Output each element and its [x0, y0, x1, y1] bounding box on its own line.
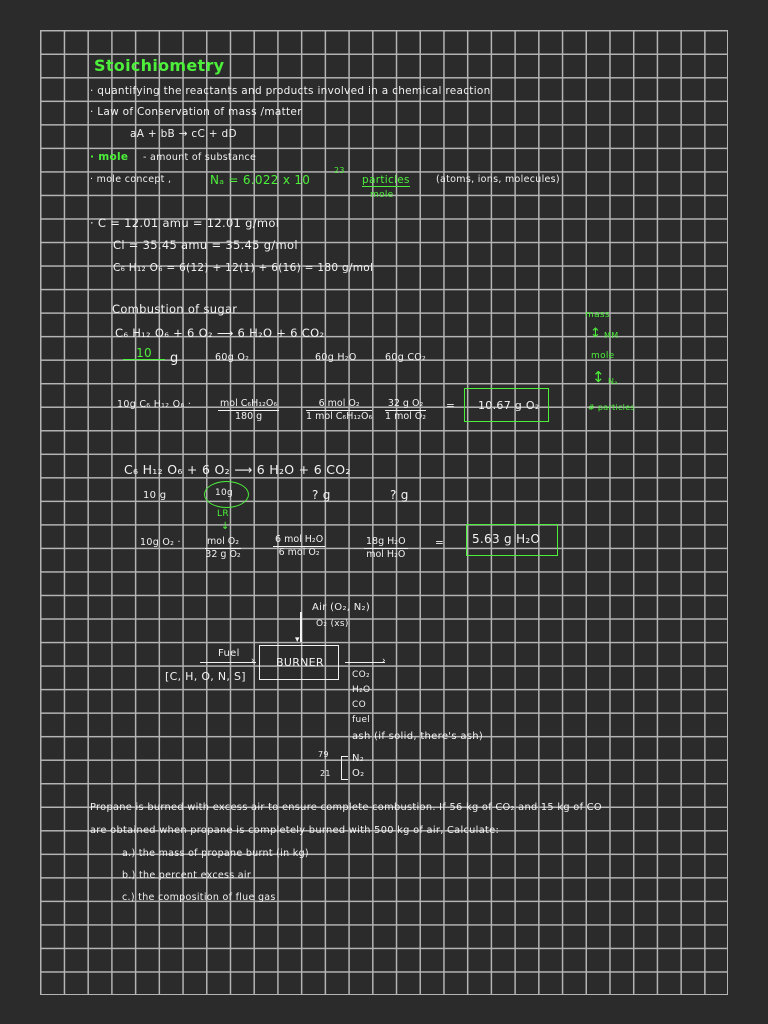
product-h2o: H₂O — [352, 685, 371, 695]
law-text: · Law of Conservation of mass /matter — [90, 106, 302, 118]
given2: 10 g — [143, 490, 167, 501]
h2o-mass: 60g H₂O — [315, 352, 357, 363]
question-b: b.) the percent excess air — [122, 870, 252, 881]
o2-label: O₂ — [352, 768, 365, 779]
limiting-reactant-label: LR — [217, 509, 229, 519]
molar-mass-glucose: C₆ H₁₂ O₆ = 6(12) + 12(1) + 6(16) = 180 … — [113, 262, 374, 274]
mole-concept-text: · mole concept , — [90, 174, 172, 185]
question-c: c.) the composition of flue gas — [122, 892, 276, 903]
molar-mass-chlorine: Cl = 35.45 amu = 35.45 g/mol — [113, 238, 298, 252]
calc1-fraction-2: 6 mol O₂ 1 mol C₆H₁₂O₆ — [306, 398, 373, 423]
chart-mole: mole — [591, 351, 615, 361]
denominator: 6 mol O₂ — [278, 546, 320, 558]
denominator: 32 g O₂ — [205, 548, 241, 560]
calc2-fraction-3: 18g H₂O mol H₂O — [364, 536, 408, 561]
question-a: a.) the mass of propane burnt (in kg) — [122, 848, 309, 859]
arrow-head-icon: ▾ — [295, 635, 300, 645]
product-co: CO — [352, 700, 366, 710]
problem-line-2: are obtained when propane is completely … — [90, 825, 500, 836]
given-mass-unit: g — [170, 351, 179, 366]
o2-given: 10g — [215, 488, 234, 498]
n2-label: N₂ — [352, 753, 365, 764]
arrow-icon: ↕ — [592, 368, 605, 386]
chart-mm: MM — [604, 331, 619, 340]
o2-excess-label: O₂ (xs) — [316, 619, 349, 629]
per-mole-label: mole — [370, 190, 394, 200]
calc2-start: 10g O₂ · — [140, 537, 181, 548]
numerator: 6 mol H₂O — [273, 534, 326, 547]
chart-mass: mass — [585, 310, 610, 320]
numerator: mol O₂ — [205, 536, 242, 549]
molar-mass-carbon: · C = 12.01 amu = 12.01 g/mol — [90, 216, 280, 230]
product-fuel: fuel — [352, 715, 371, 725]
product-ash: ash (if solid, there's ash) — [352, 731, 484, 742]
denominator: mol H₂O — [366, 548, 406, 560]
chart-na: Nₐ — [608, 377, 618, 386]
fuel-label: Fuel — [218, 648, 240, 659]
result1: 10.67 g O₂ — [478, 399, 540, 412]
arrow-head-icon: › — [382, 656, 386, 666]
down-arrow-icon: ↓ — [221, 521, 230, 532]
denominator: 1 mol O₂ — [385, 410, 427, 422]
numerator: 6 mol O₂ — [306, 398, 373, 411]
bracket — [341, 756, 348, 780]
co2-mass: 60g CO₂ — [385, 352, 427, 363]
combustion-heading: Combustion of sugar — [112, 302, 238, 316]
o2-percent: 21 — [320, 769, 331, 778]
combustion-equation-2: C₆ H₁₂ O₆ + 6 O₂ ⟶ 6 H₂O + 6 CO₂ — [124, 462, 351, 477]
calc2-fraction-1: mol O₂ 32 g O₂ — [205, 536, 242, 561]
particle-types: (atoms, ions, molecules) — [436, 174, 560, 185]
numerator: 18g H₂O — [364, 536, 408, 549]
fuel-inlet-arrow — [200, 662, 256, 664]
arrow-icon: ↕ — [590, 326, 602, 341]
page-title: Stoichiometry — [94, 56, 225, 75]
definition-text: · quantifying the reactants and products… — [90, 85, 491, 97]
problem-line-1: Propane is burned with excess air to ens… — [90, 802, 602, 813]
result2: 5.63 g H₂O — [472, 532, 541, 546]
given-mass-value: 10 — [123, 347, 165, 360]
n2-percent: 79 — [318, 750, 329, 759]
product-co2: CO₂ — [352, 670, 370, 680]
calc1-fraction-3: 32 g O₂ 1 mol O₂ — [385, 398, 427, 423]
air-label: Air (O₂, N₂) — [312, 602, 371, 613]
numerator: mol C₆H₁₂O₆ — [218, 398, 280, 411]
mole-definition: - amount of substance — [143, 152, 257, 163]
outlet-arrow — [345, 662, 385, 664]
avogadro-number: Nₐ = 6.022 x 10 — [210, 173, 311, 187]
o2-mass: 60g O₂ — [215, 352, 250, 363]
arrow-head-icon: › — [251, 656, 255, 666]
denominator: 1 mol C₆H₁₂O₆ — [306, 410, 373, 422]
equals-sign: = — [446, 400, 456, 412]
burner-label: BURNER — [276, 656, 324, 669]
denominator: 180 g — [235, 410, 263, 422]
unknown-co2: ? g — [390, 488, 409, 502]
general-equation: aA + bB → cC + dD — [130, 128, 237, 140]
calc2-fraction-2: 6 mol H₂O 6 mol O₂ — [273, 534, 326, 559]
air-inlet-arrow — [300, 612, 302, 642]
chart-particles: # particles — [588, 403, 635, 412]
calc1-fraction-1: mol C₆H₁₂O₆ 180 g — [218, 398, 280, 423]
particles-label: particles — [362, 174, 410, 187]
calc1-start: 10g C₆ H₁₂ O₆ · — [117, 399, 192, 410]
avogadro-exponent: 23 — [334, 166, 345, 175]
numerator: 32 g O₂ — [385, 398, 427, 411]
unknown-h2o: ? g — [312, 488, 331, 502]
fuel-elements: [C, H, O, N, S] — [165, 670, 246, 683]
combustion-equation: C₆ H₁₂ O₆ + 6 O₂ ⟶ 6 H₂O + 6 CO₂ — [115, 326, 325, 340]
mole-label: · mole — [90, 151, 129, 163]
equals-sign: = — [435, 537, 445, 549]
